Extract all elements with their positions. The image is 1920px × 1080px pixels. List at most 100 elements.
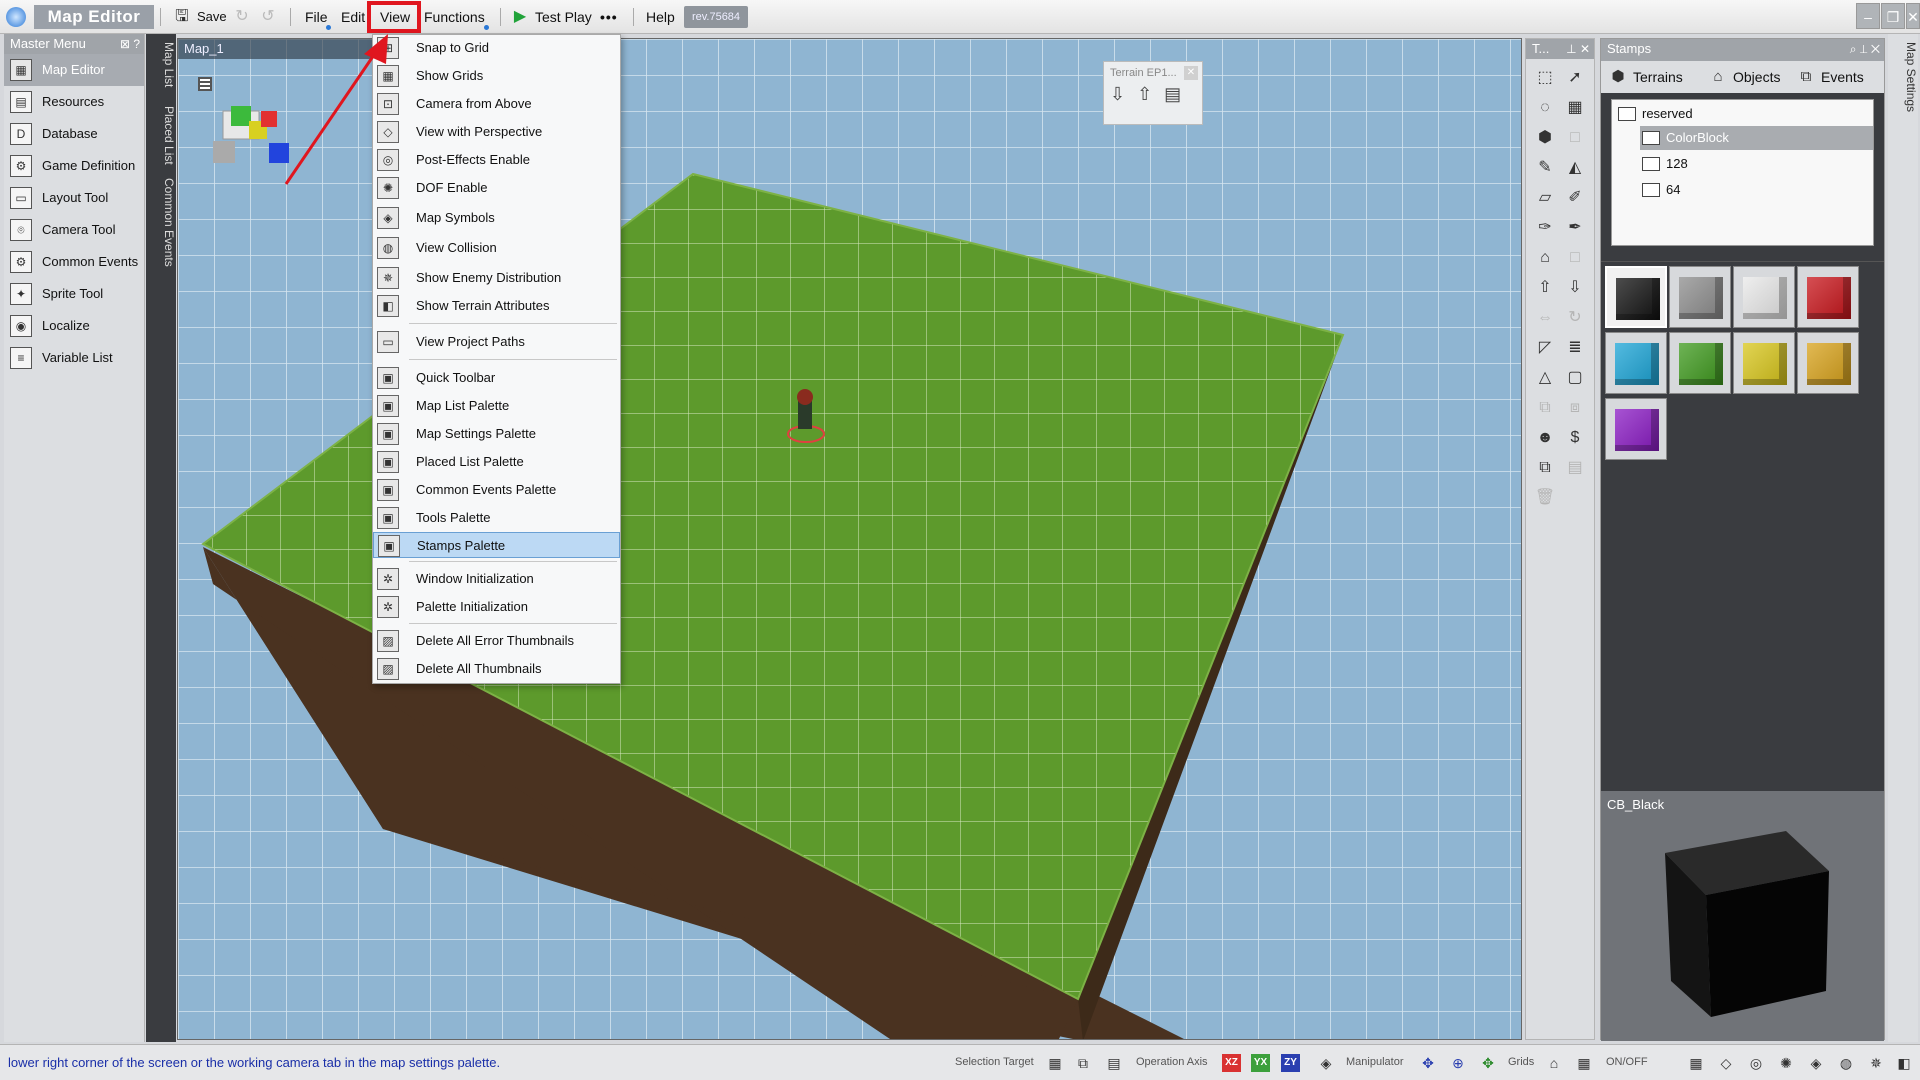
gizmo-x-axis[interactable]: [261, 111, 277, 127]
master-menu-item-localize[interactable]: ◉ Localize: [4, 310, 144, 342]
pencil-icon[interactable]: ✎: [1531, 154, 1559, 182]
minimize-icon[interactable]: ‒: [1856, 3, 1880, 29]
axis-xz-button[interactable]: XZ: [1222, 1054, 1241, 1072]
tab-common-events[interactable]: Common Events: [146, 174, 176, 267]
maximize-icon[interactable]: ❐: [1881, 3, 1905, 29]
menu-item-post-effects-enable[interactable]: ◎ Post-Effects Enable: [373, 147, 620, 173]
menu-edit[interactable]: Edit: [341, 6, 365, 28]
tree-folder-reserved[interactable]: reserved: [1616, 102, 1871, 126]
tab-events[interactable]: ⧉ Events: [1793, 61, 1864, 93]
master-menu-item-common-events[interactable]: ⚙ Common Events: [4, 246, 144, 278]
terrain-attributes-toggle-icon[interactable]: ◧: [1894, 1053, 1914, 1073]
master-menu-item-variable-list[interactable]: ≡ Variable List: [4, 342, 144, 374]
tree-folder-128[interactable]: 128: [1640, 152, 1790, 176]
menu-item-common-events-palette[interactable]: ▣ Common Events Palette: [373, 477, 620, 503]
lasso-icon[interactable]: ◌: [1531, 94, 1559, 122]
character-icon[interactable]: ☻: [1531, 424, 1559, 452]
tab-placed-list[interactable]: Placed List: [146, 102, 176, 165]
panel-search-pin-close-icon[interactable]: ⌕ ⊥ ✕: [1850, 39, 1880, 59]
player-character[interactable]: [798, 401, 812, 429]
save-button[interactable]: Save: [197, 6, 227, 28]
redo-icon[interactable]: ↻: [232, 7, 252, 27]
home-icon[interactable]: ⌂: [1544, 1053, 1564, 1073]
menu-item-placed-list-palette[interactable]: ▣ Placed List Palette: [373, 449, 620, 475]
menu-item-window-initialization[interactable]: ✲ Window Initialization: [373, 566, 620, 592]
menu-item-palette-initialization[interactable]: ✲ Palette Initialization: [373, 594, 620, 620]
axis-zy-button[interactable]: ZY: [1281, 1054, 1300, 1072]
menu-item-show-grids[interactable]: ▦ Show Grids: [373, 63, 620, 89]
select-pointer-icon[interactable]: ➚: [1561, 64, 1589, 92]
menu-item-map-settings-palette[interactable]: ▣ Map Settings Palette: [373, 421, 620, 447]
menu-item-snap-to-grid[interactable]: ⊞ Snap to Grid: [373, 35, 620, 61]
copy-icon[interactable]: ⧉: [1531, 394, 1559, 422]
slope-icon[interactable]: ◸: [1531, 334, 1559, 362]
stamp-swatch[interactable]: [1605, 266, 1667, 328]
close-icon[interactable]: ✕: [1906, 3, 1920, 29]
map-settings-vertical-tab[interactable]: Map Settings: [1888, 34, 1918, 1042]
master-menu-item-layout-tool[interactable]: ▭ Layout Tool: [4, 182, 144, 214]
stamp-swatch[interactable]: [1605, 398, 1667, 460]
save-icon[interactable]: 🖫: [172, 7, 192, 27]
select-mode-icon[interactable]: ▦: [1045, 1053, 1065, 1073]
house-icon[interactable]: ⌂: [1531, 244, 1559, 272]
menu-item-map-list-palette[interactable]: ▣ Map List Palette: [373, 393, 620, 419]
axis-yx-button[interactable]: YX: [1251, 1054, 1270, 1072]
more-options-icon[interactable]: •••: [600, 6, 618, 28]
menu-item-dof-enable[interactable]: ✺ DOF Enable: [373, 175, 620, 201]
select-rect-icon[interactable]: ⬚: [1531, 64, 1559, 92]
stamp-swatch[interactable]: [1605, 332, 1667, 394]
master-menu-item-database[interactable]: D Database: [4, 118, 144, 150]
coin-icon[interactable]: $: [1561, 424, 1589, 452]
menu-item-view-project-paths[interactable]: ▭ View Project Paths: [373, 329, 620, 355]
close-icon[interactable]: ✕: [1184, 66, 1198, 80]
rotate-icon[interactable]: ↻: [1561, 304, 1589, 332]
bucket-icon[interactable]: ◭: [1561, 154, 1589, 182]
master-menu-item-resources[interactable]: ▤ Resources: [4, 86, 144, 118]
menu-help[interactable]: Help: [646, 6, 675, 28]
tree-folder-colorblock[interactable]: ColorBlock: [1640, 126, 1873, 150]
scale-icon[interactable]: ✥: [1478, 1053, 1498, 1073]
master-menu-item-sprite-tool[interactable]: ✦ Sprite Tool: [4, 278, 144, 310]
select-object-icon[interactable]: ⧉: [1073, 1053, 1093, 1073]
flip-icon[interactable]: ⇔: [1531, 304, 1559, 332]
lower-icon[interactable]: ⇩: [1561, 274, 1589, 302]
menu-item-stamps-palette[interactable]: ▣ Stamps Palette: [373, 532, 620, 558]
select-event-icon[interactable]: ▤: [1104, 1053, 1124, 1073]
master-menu-item-camera-tool[interactable]: ⌾ Camera Tool: [4, 214, 144, 246]
duplicate-icon[interactable]: ⧉: [1531, 454, 1559, 482]
tree-folder-64[interactable]: 64: [1640, 178, 1790, 202]
tab-map-settings[interactable]: Map Settings: [1888, 38, 1918, 112]
rotate-gizmo-icon[interactable]: ⊕: [1448, 1053, 1468, 1073]
box-icon[interactable]: ▢: [1561, 364, 1589, 392]
menu-item-view-with-perspective[interactable]: ◇ View with Perspective: [373, 119, 620, 145]
block-icon[interactable]: ⬢: [1531, 124, 1559, 152]
grid-select-icon[interactable]: ▦: [1561, 94, 1589, 122]
menu-item-show-terrain-attributes[interactable]: ◧ Show Terrain Attributes: [373, 293, 620, 319]
move-icon[interactable]: ✥: [1418, 1053, 1438, 1073]
raise-icon[interactable]: ⇧: [1531, 274, 1559, 302]
test-play-button[interactable]: Test Play: [535, 6, 592, 28]
menu-item-show-enemy-distribution[interactable]: ✵ Show Enemy Distribution: [373, 265, 620, 291]
grid-view-icon[interactable]: ▦: [1686, 1053, 1706, 1073]
smooth-icon[interactable]: ✒: [1561, 214, 1589, 242]
menu-item-delete-all-thumbnails[interactable]: ▨ Delete All Thumbnails: [373, 656, 620, 682]
play-icon[interactable]: ▶: [510, 7, 530, 27]
menu-item-tools-palette[interactable]: ▣ Tools Palette: [373, 505, 620, 531]
menu-item-map-symbols[interactable]: ◈ Map Symbols: [373, 205, 620, 231]
master-menu-item-map-editor[interactable]: ▦ Map Editor: [4, 54, 144, 86]
gizmo-y-axis[interactable]: [231, 106, 251, 126]
menu-item-view-collision[interactable]: ◍ View Collision: [373, 235, 620, 261]
eraser-icon[interactable]: ▱: [1531, 184, 1559, 212]
menu-file[interactable]: File: [305, 6, 328, 28]
collision-toggle-icon[interactable]: ◍: [1836, 1053, 1856, 1073]
grid-toggle-icon[interactable]: ▦: [1574, 1053, 1594, 1073]
triangle-icon[interactable]: △: [1531, 364, 1559, 392]
brush-icon[interactable]: ✑: [1531, 214, 1559, 242]
undo-icon[interactable]: ↺: [258, 7, 278, 27]
menu-item-camera-from-above[interactable]: ⊡ Camera from Above: [373, 91, 620, 117]
menu-functions[interactable]: Functions: [424, 6, 485, 28]
tab-terrains[interactable]: ⬢ Terrains: [1605, 61, 1682, 93]
clipboard-icon[interactable]: ▤: [1561, 454, 1589, 482]
paste-icon[interactable]: ⧈: [1561, 394, 1589, 422]
stamp-swatch[interactable]: [1733, 332, 1795, 394]
